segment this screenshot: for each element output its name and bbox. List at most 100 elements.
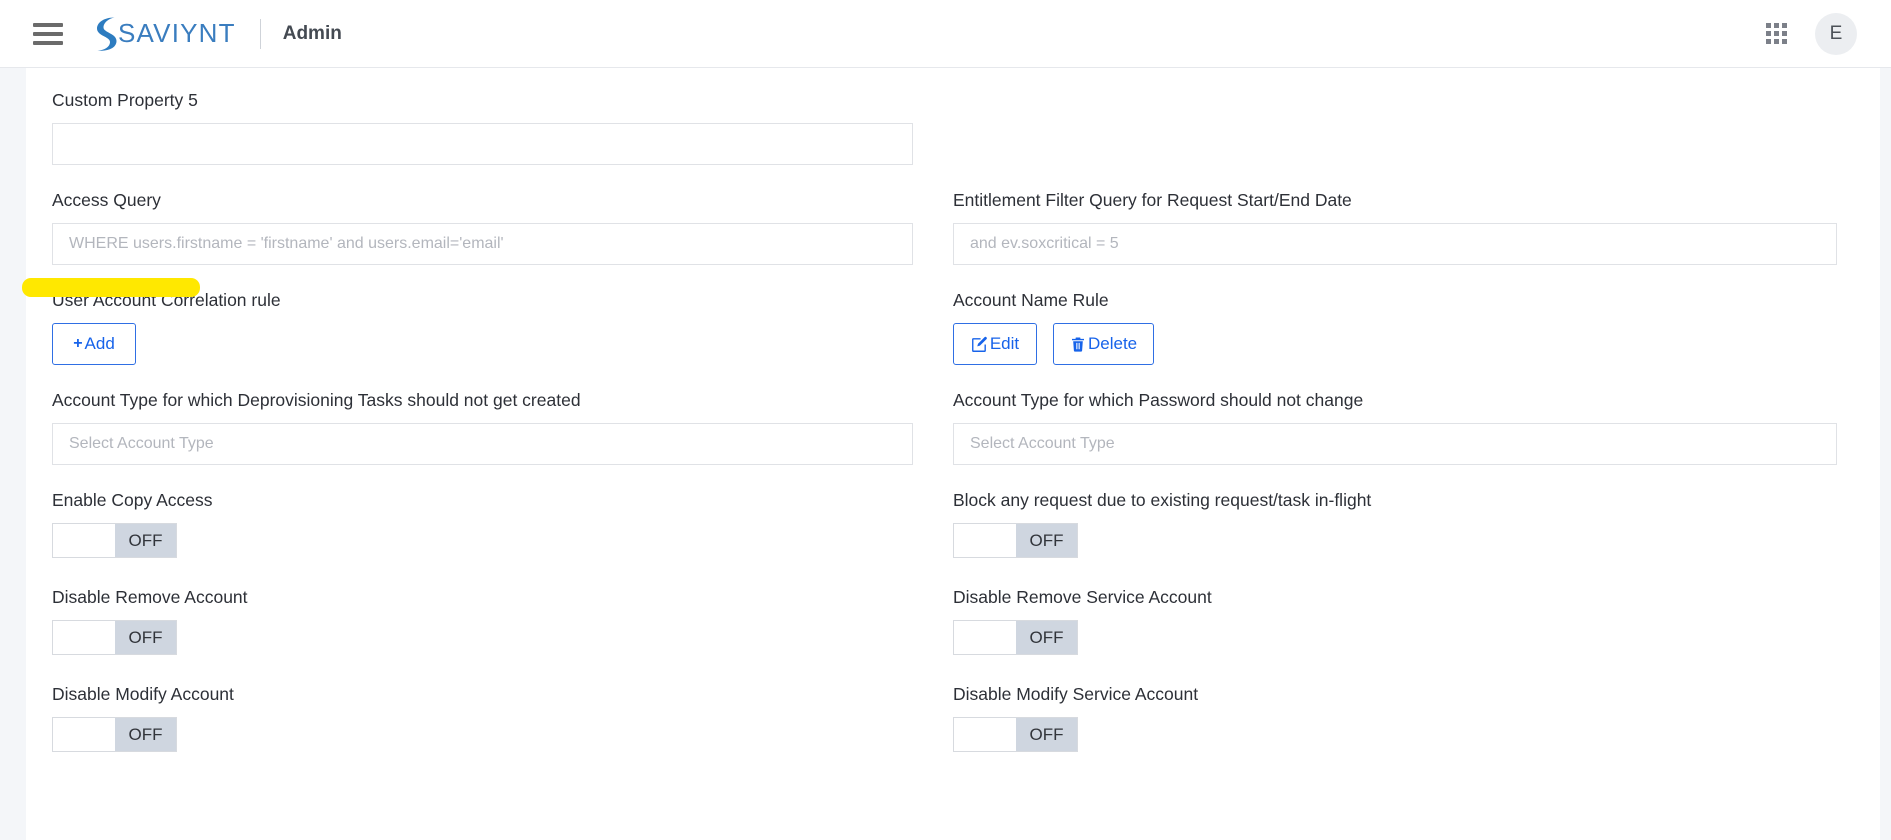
field-label: Account Type for which Password should n… bbox=[953, 390, 1364, 410]
button-row: Edit Delete bbox=[953, 323, 1837, 365]
button-label: Delete bbox=[1088, 334, 1138, 353]
form-row: Disable Modify Account OFF Disable Modify … bbox=[26, 684, 1880, 781]
field-label: Access Query bbox=[52, 190, 161, 210]
grid-dot bbox=[1766, 23, 1771, 28]
form-column-right: Disable Modify Service Account OFF bbox=[953, 684, 1880, 781]
form-column-right bbox=[953, 90, 1880, 190]
form-column-right: Account Name Rule Edit Delete bbox=[953, 290, 1880, 390]
toggle-switch[interactable]: OFF bbox=[52, 717, 177, 752]
header-divider bbox=[259, 18, 261, 49]
form-row: User Account Correlation rule + Add Account… bbox=[26, 290, 1880, 390]
form-column-left: Disable Remove Account OFF bbox=[26, 587, 953, 684]
form-field: Access Query bbox=[52, 190, 913, 265]
form-column-left: User Account Correlation rule + Add bbox=[26, 290, 953, 390]
grid-dot bbox=[1782, 23, 1787, 28]
form-row: Custom Property 5 bbox=[26, 90, 1880, 190]
form-field: Account Type for which Password should n… bbox=[953, 390, 1837, 465]
toggle-knob bbox=[53, 621, 115, 654]
field-label: User Account Correlation rule bbox=[52, 290, 281, 310]
hamburger-bar bbox=[33, 22, 63, 27]
form-row: Account Type for which Deprovisioning Ta… bbox=[26, 390, 1880, 490]
grid-dot bbox=[1774, 31, 1779, 36]
toggle-state-label: OFF bbox=[1016, 524, 1077, 557]
toggle-switch[interactable]: OFF bbox=[953, 523, 1078, 558]
hamburger-bar bbox=[33, 40, 63, 45]
toggle-knob bbox=[954, 524, 1016, 557]
button-label: Add bbox=[84, 334, 115, 353]
form-field: Disable Modify Account OFF bbox=[52, 684, 913, 756]
toggle-state-label: OFF bbox=[115, 718, 176, 751]
field-label: Account Type for which Deprovisioning Ta… bbox=[52, 390, 581, 410]
form-column-right: Entitlement Filter Query for Request Sta… bbox=[953, 190, 1880, 290]
form-column-left: Access Query bbox=[26, 190, 953, 290]
form-field: Enable Copy Access OFF bbox=[52, 490, 913, 562]
grid-dot bbox=[1774, 23, 1779, 28]
hamburger-menu-icon[interactable] bbox=[31, 17, 65, 51]
form-row: Disable Remove Account OFF Disable Remove … bbox=[26, 587, 1880, 684]
brand-name: SAVIYNT bbox=[118, 18, 236, 48]
grid-dot bbox=[1766, 31, 1771, 36]
hamburger-bar bbox=[33, 31, 63, 36]
settings-form-card: Custom Property 5 Access Query Entitlement… bbox=[26, 68, 1880, 840]
form-field: Disable Remove Account OFF bbox=[52, 587, 913, 659]
text-input[interactable] bbox=[52, 423, 913, 465]
toggle-knob bbox=[954, 718, 1016, 751]
form-field: User Account Correlation rule + Add bbox=[52, 290, 913, 365]
toggle-state-label: OFF bbox=[1016, 718, 1077, 751]
text-input[interactable] bbox=[953, 423, 1837, 465]
grid-dot bbox=[1782, 39, 1787, 44]
field-label: Disable Modify Account bbox=[52, 684, 234, 704]
grid-dot bbox=[1766, 39, 1771, 44]
grid-apps-icon[interactable] bbox=[1766, 23, 1787, 44]
field-label: Account Name Rule bbox=[953, 290, 1109, 310]
toggle-switch[interactable]: OFF bbox=[953, 717, 1078, 752]
saviynt-logo[interactable]: SAVIYNT bbox=[94, 16, 236, 52]
toggle-switch[interactable]: OFF bbox=[52, 620, 177, 655]
plus-icon: + bbox=[73, 335, 83, 352]
toggle-knob bbox=[53, 524, 115, 557]
form-column-left: Custom Property 5 bbox=[26, 90, 953, 190]
avatar-initial: E bbox=[1829, 22, 1843, 44]
form-field: Custom Property 5 bbox=[52, 90, 913, 165]
edit-button[interactable]: Edit bbox=[953, 323, 1037, 365]
form-field: Block any request due to existing reques… bbox=[953, 490, 1837, 562]
form-column-left: Disable Modify Account OFF bbox=[26, 684, 953, 781]
delete-button[interactable]: Delete bbox=[1053, 323, 1155, 365]
toggle-state-label: OFF bbox=[1016, 621, 1077, 654]
form-column-right: Account Type for which Password should n… bbox=[953, 390, 1880, 490]
button-row: + Add bbox=[52, 323, 913, 365]
toggle-state-label: OFF bbox=[115, 621, 176, 654]
add-button[interactable]: + Add bbox=[52, 323, 136, 365]
brand[interactable]: SAVIYNT Admin bbox=[94, 14, 342, 54]
text-input[interactable] bbox=[953, 223, 1837, 265]
app-header: SAVIYNT Admin E bbox=[0, 0, 1891, 68]
pencil-square-icon bbox=[971, 336, 988, 353]
page-shell: Custom Property 5 Access Query Entitlement… bbox=[0, 68, 1891, 840]
field-label: Disable Remove Service Account bbox=[953, 587, 1212, 607]
toggle-state-label: OFF bbox=[115, 524, 176, 557]
avatar[interactable]: E bbox=[1815, 12, 1857, 55]
grid-dot bbox=[1782, 31, 1787, 36]
text-input[interactable] bbox=[52, 123, 913, 165]
form-row: Enable Copy Access OFF Block any request d… bbox=[26, 490, 1880, 587]
toggle-switch[interactable]: OFF bbox=[52, 523, 177, 558]
field-label: Block any request due to existing reques… bbox=[953, 490, 1372, 510]
settings-form-grid: Custom Property 5 Access Query Entitlement… bbox=[26, 68, 1880, 781]
toggle-switch[interactable]: OFF bbox=[953, 620, 1078, 655]
form-column-left: Account Type for which Deprovisioning Ta… bbox=[26, 390, 953, 490]
toggle-knob bbox=[954, 621, 1016, 654]
form-column-right: Disable Remove Service Account OFF bbox=[953, 587, 1880, 684]
text-input[interactable] bbox=[52, 223, 913, 265]
button-label: Edit bbox=[989, 334, 1020, 353]
field-label: Enable Copy Access bbox=[52, 490, 213, 510]
form-field: Disable Modify Service Account OFF bbox=[953, 684, 1837, 756]
trash-icon bbox=[1070, 336, 1086, 353]
field-label: Entitlement Filter Query for Request Sta… bbox=[953, 190, 1352, 210]
form-field: Entitlement Filter Query for Request Sta… bbox=[953, 190, 1837, 265]
form-field: Account Name Rule Edit Delete bbox=[953, 290, 1837, 365]
form-row: Access Query Entitlement Filter Query for… bbox=[26, 190, 1880, 290]
header-actions: E bbox=[1766, 12, 1857, 55]
saviynt-swoosh-icon bbox=[97, 17, 117, 51]
form-column-left: Enable Copy Access OFF bbox=[26, 490, 953, 587]
field-label: Disable Remove Account bbox=[52, 587, 248, 607]
